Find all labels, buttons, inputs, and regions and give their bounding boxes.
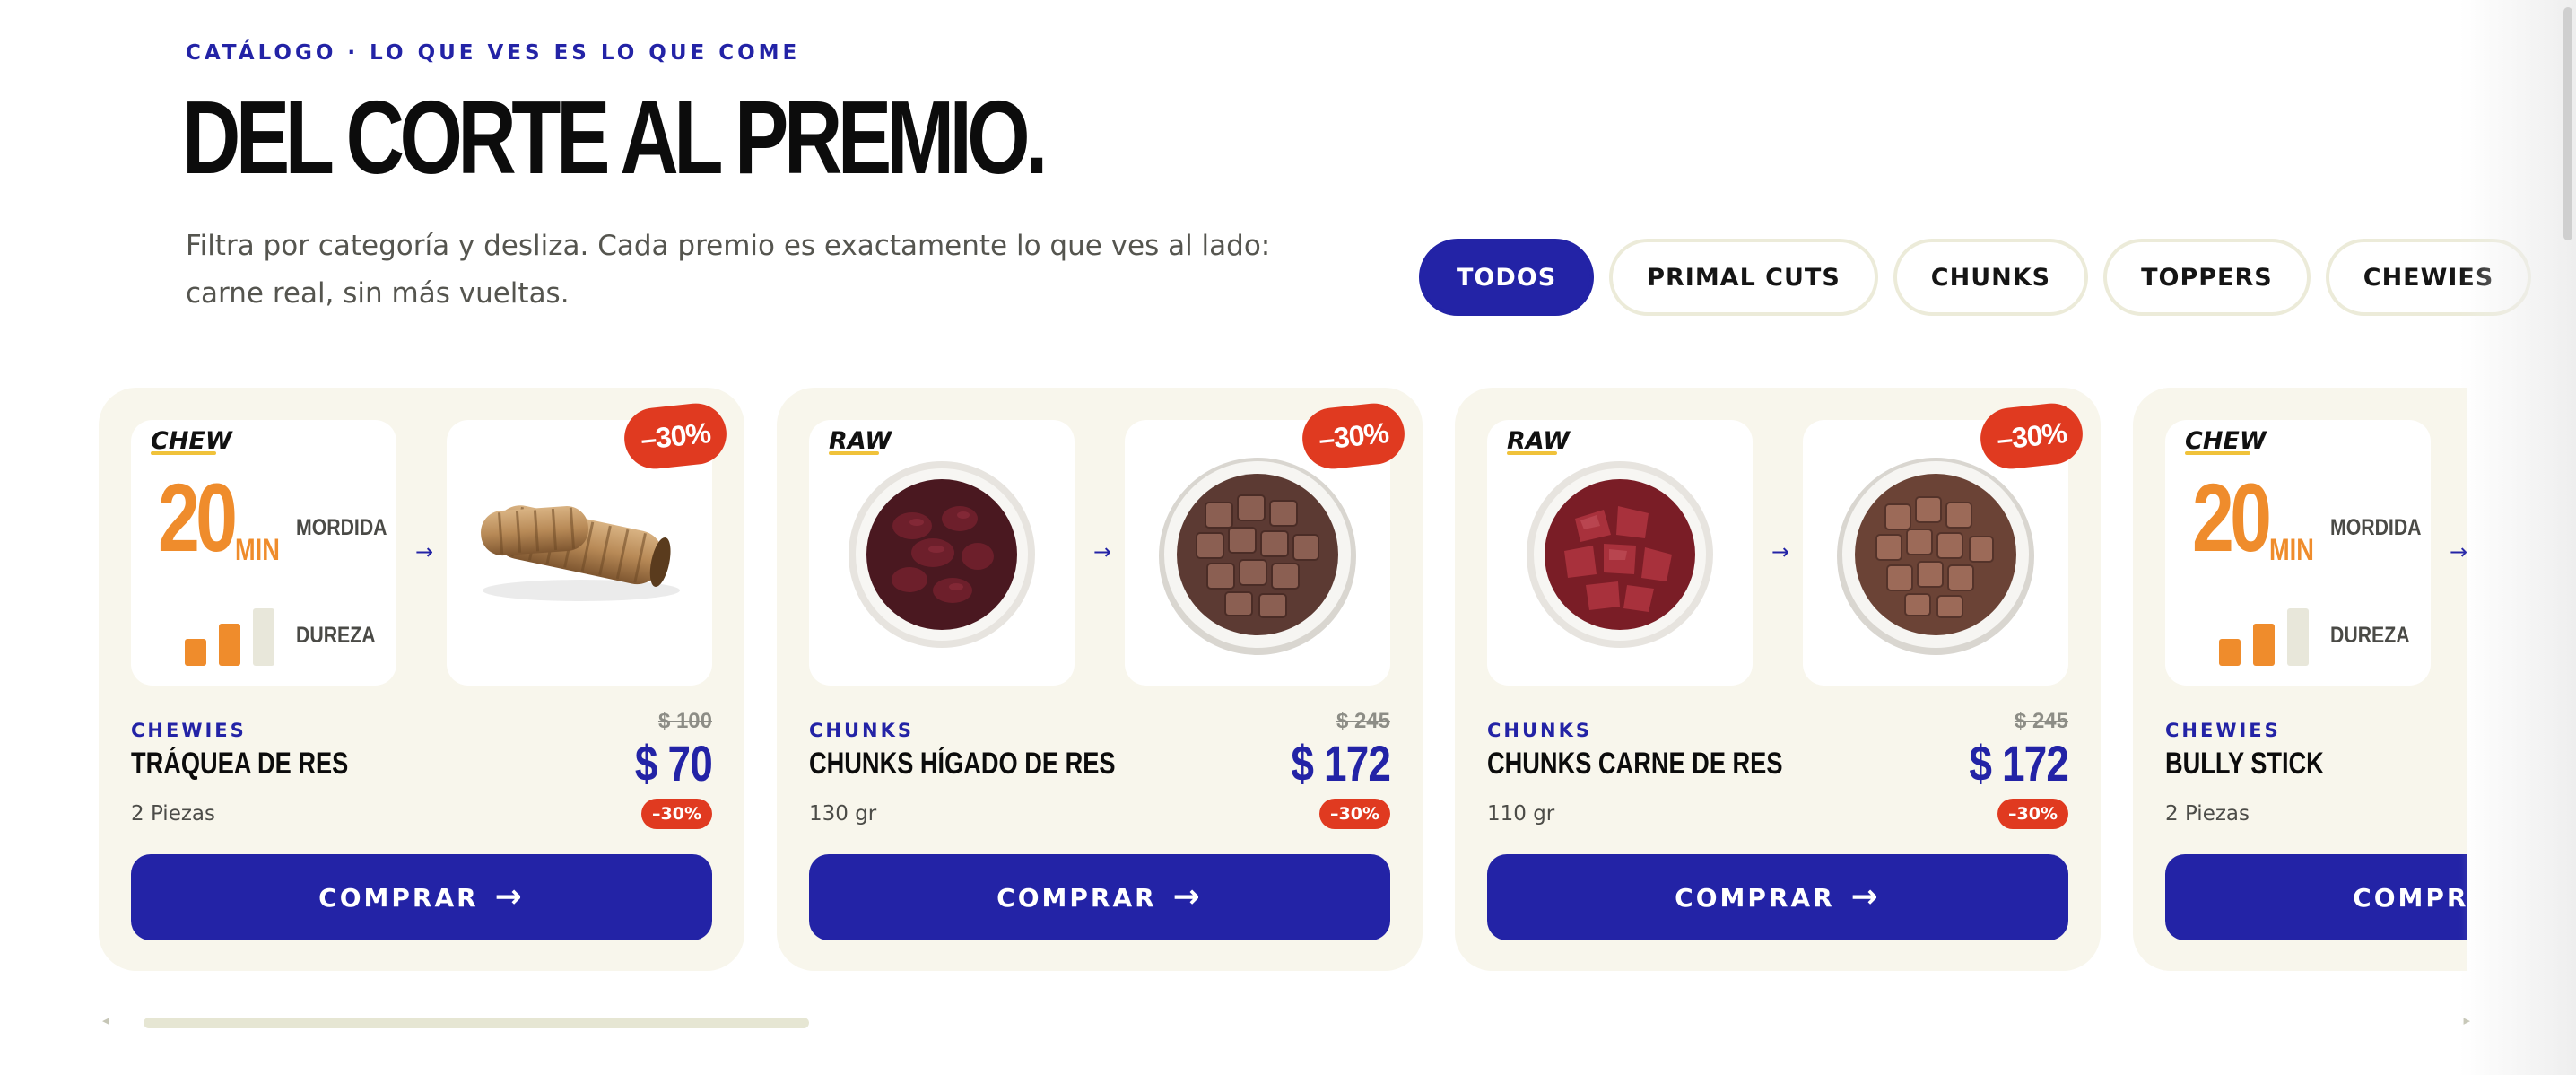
chew-time-unit: MIN [2269, 533, 2314, 567]
product-carousel[interactable]: CHEW 20 MIN MORDIDA DUREZA → –30% CHEWIE… [99, 388, 2467, 980]
chew-stat-panel: CHEW 20 MIN MORDIDA DUREZA [131, 420, 396, 686]
buy-button-label: COMPRAR [996, 882, 1157, 913]
buy-button[interactable]: COMPRAR → [131, 854, 712, 940]
scrollbar-thumb[interactable] [144, 1018, 809, 1028]
product-category: CHEWIES [2165, 720, 2281, 741]
arrow-right-icon: → [415, 539, 434, 564]
buy-button[interactable]: COMPRAR → [809, 854, 1390, 940]
arrow-right-icon: → [1172, 878, 1203, 915]
raw-beef-icon [1527, 461, 1713, 648]
raw-product-image: RAW [809, 420, 1075, 686]
product-name: CHUNKS HÍGADO DE RES [809, 747, 1116, 781]
product-name: CHUNKS CARNE DE RES [1487, 747, 1783, 781]
buy-button-label: COMPRAR [2353, 882, 2467, 913]
filter-toppers[interactable]: TOPPERS [2103, 239, 2311, 316]
hardness-bar-1 [2219, 639, 2241, 666]
product-quantity: 2 Piezas [131, 802, 215, 826]
hardness-bar-1 [185, 639, 206, 666]
product-type-tag: CHEW [2185, 427, 2267, 455]
arrow-right-icon: → [1850, 878, 1881, 915]
product-quantity: 110 gr [1487, 802, 1555, 826]
old-price: $ 100 [657, 709, 712, 733]
hardness-bar-3 [2287, 608, 2309, 666]
discount-badge: –30% [1299, 400, 1408, 472]
price: $ 172 [1291, 735, 1391, 791]
chew-time-unit: MIN [235, 533, 280, 567]
arrow-right-icon: → [1771, 539, 1790, 564]
raw-liver-icon [849, 461, 1035, 648]
page-title: DEL CORTE AL PREMIO. [182, 79, 1048, 196]
catalog-section: CATÁLOGO · LO QUE VES ES LO QUE COME DEL… [0, 0, 2576, 1075]
product-name: BULLY STICK [2165, 747, 2324, 781]
product-category: CHUNKS [1487, 720, 1593, 741]
chew-time-value: 20 [158, 463, 238, 572]
price: $ 70 [634, 735, 713, 791]
discount-pill: –30% [641, 799, 712, 829]
hardness-bar-3 [253, 608, 274, 666]
old-price: $ 245 [1336, 709, 1390, 733]
product-type-tag: CHEW [151, 427, 232, 455]
discount-badge: –30% [621, 400, 730, 472]
hardness-label: DUREZA [296, 623, 376, 648]
filter-chunks[interactable]: CHUNKS [1893, 239, 2089, 316]
buy-button-label: COMPRAR [1675, 882, 1835, 913]
hardness-bar-2 [2253, 624, 2275, 666]
filter-primal-cuts[interactable]: PRIMAL CUTS [1609, 239, 1878, 316]
product-quantity: 130 gr [809, 802, 877, 826]
old-price: $ 245 [2014, 709, 2068, 733]
section-eyebrow: CATÁLOGO · LO QUE VES ES LO QUE COME [186, 41, 801, 65]
product-card: RAW [777, 388, 1423, 971]
discount-badge: –30% [1977, 400, 2086, 472]
arrow-right-icon: → [1093, 539, 1112, 564]
hardness-label: DUREZA [2330, 623, 2410, 648]
edge-fade [2459, 0, 2576, 1075]
discount-pill: –30% [1319, 799, 1390, 829]
price: $ 172 [1969, 735, 2069, 791]
buy-button-label: COMPRAR [318, 882, 479, 913]
chew-stat-panel: CHEW 20 MIN MORDIDA DUREZA [2165, 420, 2431, 686]
chew-time-value: 20 [2192, 463, 2272, 572]
hardness-bar-2 [219, 624, 240, 666]
intro-text: Filtra por categoría y desliza. Cada pre… [186, 230, 1271, 310]
category-filters: TODOS PRIMAL CUTS CHUNKS TOPPERS CHEWIES [1419, 239, 2532, 316]
scroll-left-icon[interactable]: ◂ [102, 1012, 109, 1028]
filter-todos[interactable]: TODOS [1419, 239, 1595, 316]
raw-product-image: RAW [1487, 420, 1753, 686]
arrow-right-icon: → [494, 878, 525, 915]
buy-button[interactable]: COMPRAR → [2165, 854, 2467, 940]
product-quantity: 2 Piezas [2165, 802, 2250, 826]
page-scrollbar[interactable] [2563, 7, 2572, 240]
product-name: TRÁQUEA DE RES [131, 747, 349, 781]
carousel-scrollbar[interactable]: ◂ ▸ [102, 1012, 2470, 1028]
buy-button[interactable]: COMPRAR → [1487, 854, 2068, 940]
product-category: CHUNKS [809, 720, 915, 741]
chew-time-label: MORDIDA [2330, 515, 2422, 540]
product-card: RAW [1455, 388, 2101, 971]
product-card: CHEW 20 MIN MORDIDA DUREZA → CHEWIES BUL… [2133, 388, 2467, 971]
discount-pill: –30% [1997, 799, 2068, 829]
product-category: CHEWIES [131, 720, 247, 741]
product-card: CHEW 20 MIN MORDIDA DUREZA → –30% CHEWIE… [99, 388, 744, 971]
chew-time-label: MORDIDA [296, 515, 387, 540]
